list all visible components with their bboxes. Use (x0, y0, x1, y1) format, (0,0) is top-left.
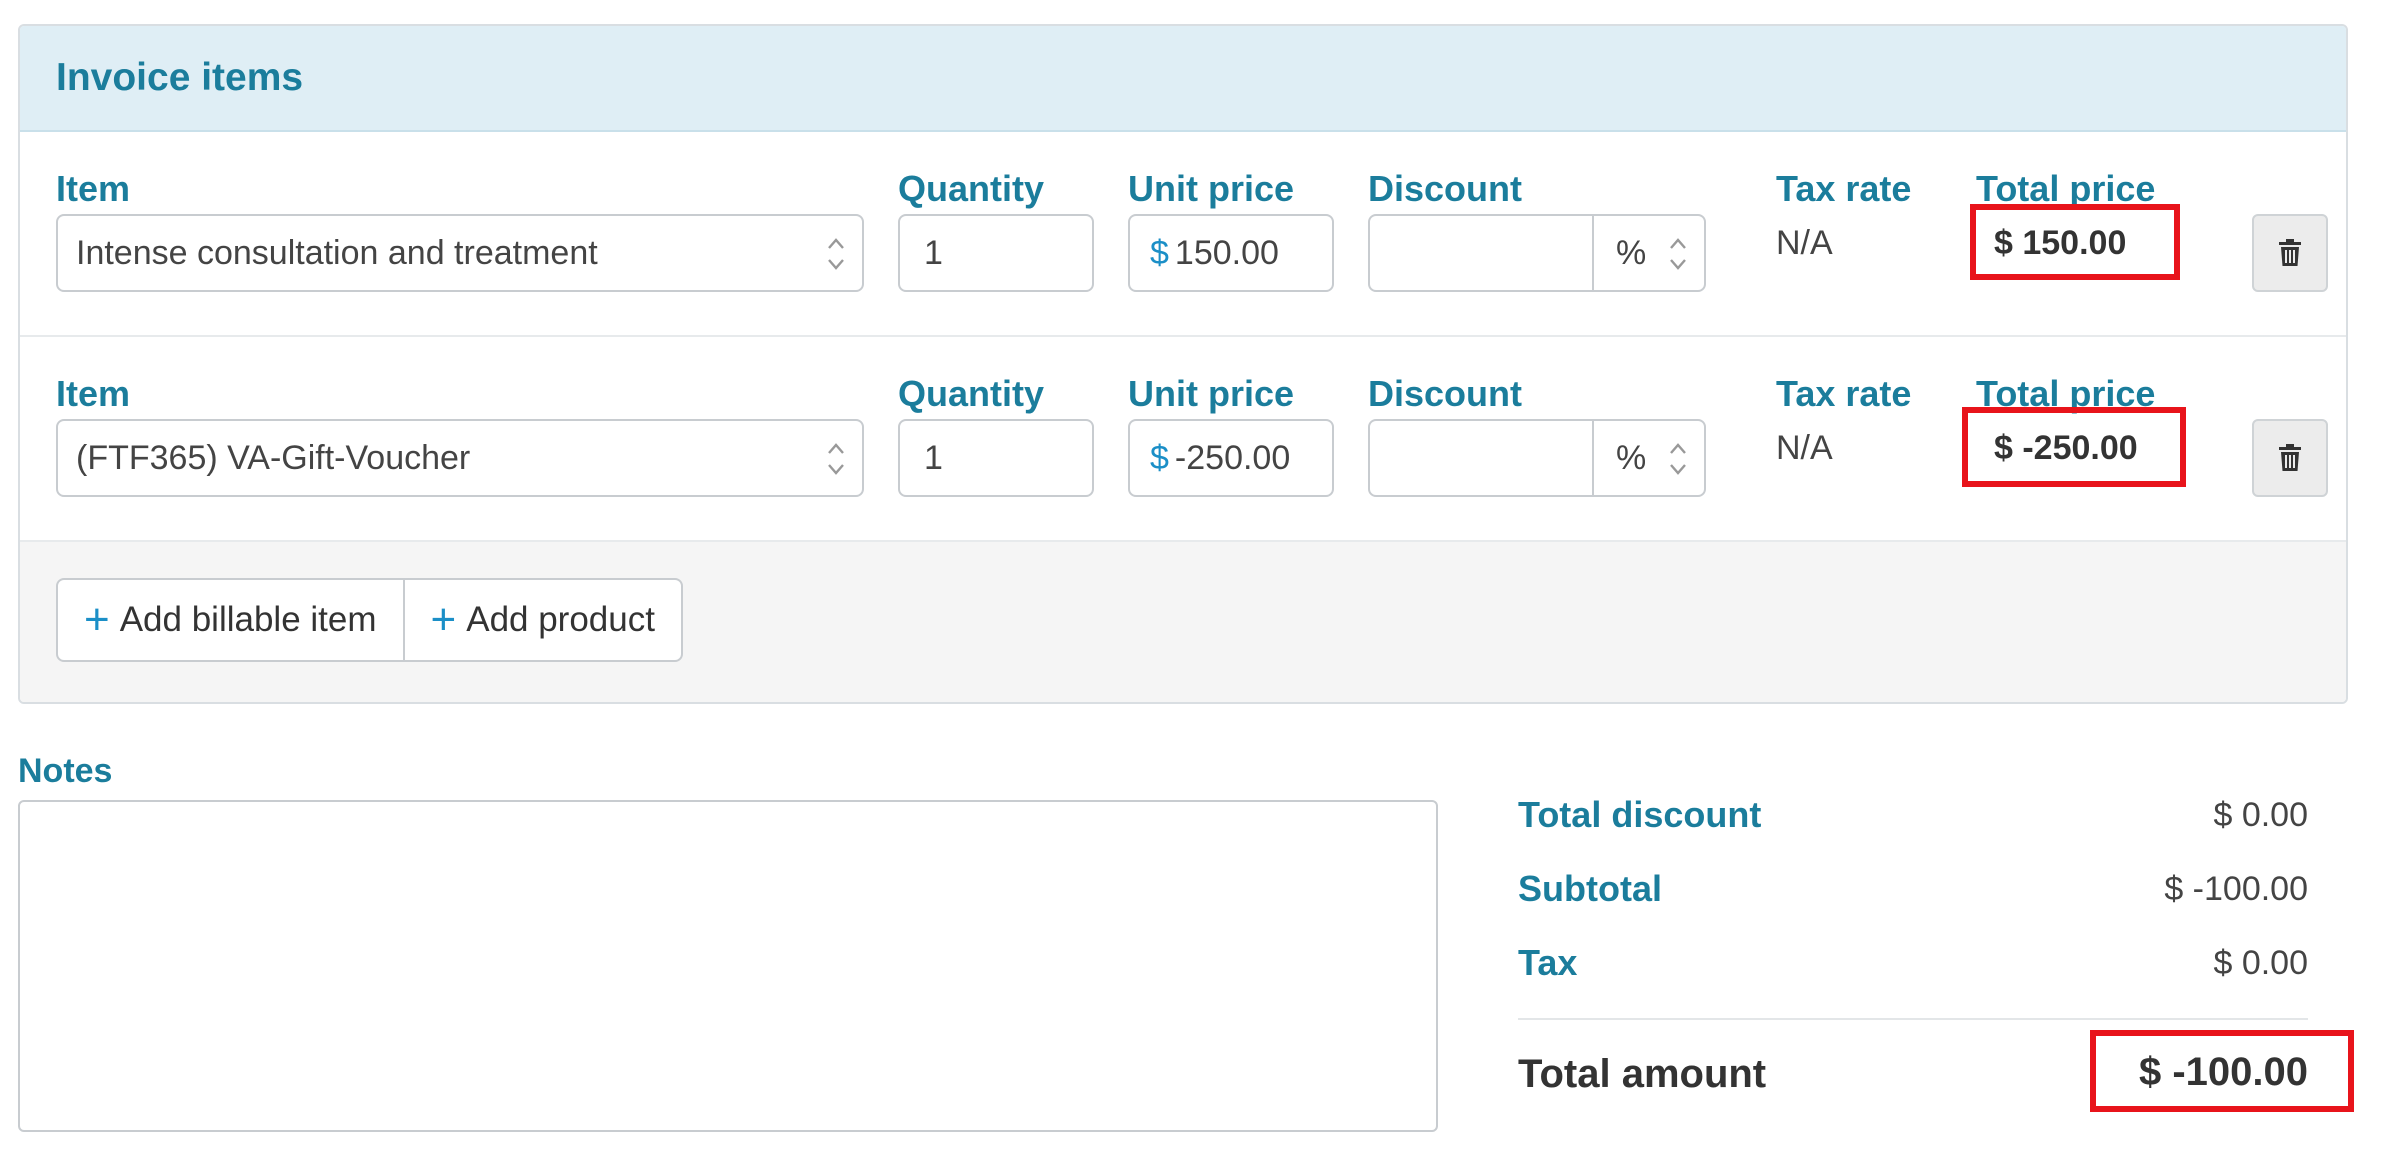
tax-rate-label: Tax rate (1776, 168, 1912, 209)
unit-price-value: -250.00 (1174, 438, 1291, 477)
add-product-button[interactable]: + Add product (402, 580, 681, 660)
quantity-input[interactable]: 1 (898, 214, 1094, 292)
select-arrows-icon (1670, 443, 1686, 475)
unit-price-label: Unit price (1128, 168, 1295, 209)
item-select-value: Intense consultation and treatment (76, 233, 598, 272)
unit-price-input[interactable]: $ -250.00 (1128, 419, 1334, 497)
plus-icon: + (430, 595, 457, 644)
trash-icon (2279, 444, 2301, 471)
item-select[interactable]: Intense consultation and treatment (56, 214, 864, 292)
delete-row-button[interactable] (2252, 214, 2328, 292)
total-amount-label: Total amount (1518, 1052, 1767, 1096)
unit-price-label: Unit price (1128, 373, 1295, 414)
select-arrows-icon (1670, 238, 1686, 270)
quantity-input[interactable]: 1 (898, 419, 1094, 497)
invoice-items-card: Invoice items Item Quantity Unit price D… (18, 24, 2348, 704)
discount-input[interactable]: % (1368, 214, 1706, 292)
plus-icon: + (84, 595, 110, 644)
discount-type-select[interactable]: % (1592, 421, 1704, 495)
total-discount-label: Total discount (1518, 794, 1762, 835)
select-arrows-icon (828, 238, 844, 270)
item-label: Item (56, 168, 131, 209)
invoice-item-row: Item Quantity Unit price Discount Tax ra… (20, 337, 2346, 542)
item-label: Item (56, 373, 131, 414)
quantity-label: Quantity (898, 168, 1045, 209)
highlight-box (1962, 407, 2186, 487)
quantity-value: 1 (924, 233, 943, 272)
notes-label: Notes (18, 752, 113, 790)
tax-label: Tax (1518, 942, 1578, 983)
tax-rate-value: N/A (1776, 224, 1833, 262)
highlight-box (2090, 1030, 2354, 1112)
item-select[interactable]: (FTF365) VA-Gift-Voucher (56, 419, 864, 497)
add-billable-item-button[interactable]: + Add billable item (58, 580, 403, 660)
quantity-label: Quantity (898, 373, 1045, 414)
currency-symbol: $ (1150, 233, 1169, 272)
summary-divider (1518, 1018, 2308, 1020)
card-footer: + Add billable item + Add product (20, 542, 2346, 702)
subtotal-label: Subtotal (1518, 868, 1662, 909)
tax-rate-value: N/A (1776, 429, 1833, 467)
tax-value: $ 0.00 (2213, 944, 2308, 982)
discount-type-select[interactable]: % (1592, 216, 1704, 290)
subtotal-value: $ -100.00 (2164, 870, 2308, 908)
total-discount-value: $ 0.00 (2213, 796, 2308, 834)
card-header: Invoice items (20, 26, 2346, 132)
card-title: Invoice items (56, 56, 304, 99)
percent-symbol: % (1616, 233, 1647, 272)
add-product-label: Add product (466, 600, 655, 639)
highlight-box (1970, 204, 2180, 280)
tax-rate-label: Tax rate (1776, 373, 1912, 414)
discount-input[interactable]: % (1368, 419, 1706, 497)
add-item-button-group: + Add billable item + Add product (56, 578, 683, 662)
discount-label: Discount (1368, 168, 1523, 209)
item-select-value: (FTF365) VA-Gift-Voucher (76, 438, 471, 477)
percent-symbol: % (1616, 438, 1647, 477)
invoice-item-row: Item Quantity Unit price Discount Tax ra… (20, 132, 2346, 337)
trash-icon (2279, 239, 2301, 266)
notes-textarea[interactable] (18, 800, 1438, 1132)
unit-price-input[interactable]: $ 150.00 (1128, 214, 1334, 292)
add-billable-item-label: Add billable item (119, 600, 377, 639)
unit-price-value: 150.00 (1174, 233, 1279, 272)
quantity-value: 1 (924, 438, 943, 477)
delete-row-button[interactable] (2252, 419, 2328, 497)
select-arrows-icon (828, 443, 844, 475)
currency-symbol: $ (1150, 438, 1169, 477)
discount-label: Discount (1368, 373, 1523, 414)
